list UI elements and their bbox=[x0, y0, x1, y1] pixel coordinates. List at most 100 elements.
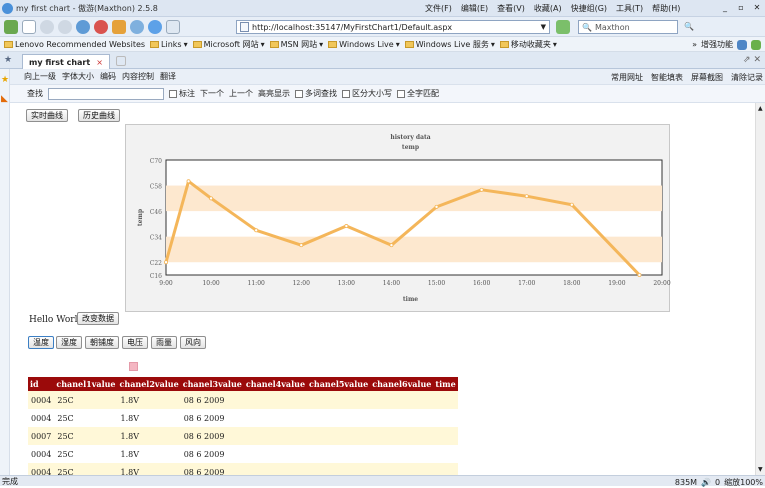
menu-edit[interactable]: 编辑(E) bbox=[461, 3, 488, 14]
autofill-button[interactable]: 智能填表 bbox=[651, 72, 683, 83]
data-table: id chanel1value chanel2value chanel3value ch… bbox=[28, 377, 458, 475]
content-control-button[interactable]: 内容控制 bbox=[122, 71, 154, 82]
data-point bbox=[637, 272, 642, 277]
forward-icon[interactable] bbox=[58, 19, 72, 34]
enhance-button[interactable]: 增强功能 bbox=[701, 39, 733, 50]
rss-icon[interactable]: ◣ bbox=[1, 94, 8, 104]
fav-mobile[interactable]: 移动收藏夹 ▾ bbox=[499, 39, 557, 50]
maximize-icon[interactable]: ▫ bbox=[735, 2, 747, 13]
match-case-checkbox[interactable]: 区分大小写 bbox=[342, 88, 392, 99]
find-prev-button[interactable]: 上一个 bbox=[229, 88, 253, 99]
sensor3-button[interactable]: 朝铺度 bbox=[85, 336, 119, 349]
menu-bar: 文件(F) 编辑(E) 查看(V) 收藏(A) 快捷组(G) 工具(T) 帮助(… bbox=[425, 3, 680, 14]
whole-word-checkbox[interactable]: 全字匹配 bbox=[397, 88, 439, 99]
fav-lenovo[interactable]: Lenovo Recommended Websites bbox=[4, 40, 145, 49]
go-icon[interactable] bbox=[556, 20, 570, 34]
stop-icon[interactable] bbox=[94, 19, 108, 34]
fav-msn[interactable]: MSN 网站 ▾ bbox=[269, 39, 323, 50]
menu-file[interactable]: 文件(F) bbox=[425, 3, 452, 14]
feature-icon[interactable] bbox=[737, 39, 747, 50]
history-curve-button[interactable]: 历史曲线 bbox=[78, 109, 120, 122]
home-icon[interactable] bbox=[112, 19, 126, 34]
y-tick-label: C46 bbox=[150, 209, 162, 216]
wind-direction-button[interactable]: 风向 bbox=[180, 336, 206, 349]
change-data-button[interactable]: 改变数据 bbox=[77, 312, 119, 325]
find-input[interactable] bbox=[48, 87, 164, 100]
search-engine-label: Maxthon bbox=[594, 22, 630, 32]
temperature-button[interactable]: 温度 bbox=[28, 336, 54, 349]
menu-tools[interactable]: 工具(T) bbox=[616, 3, 643, 14]
star-icon[interactable]: ★ bbox=[4, 55, 12, 65]
plot-band bbox=[166, 236, 662, 263]
close-icon[interactable]: ✕ bbox=[751, 2, 763, 13]
feature2-icon[interactable] bbox=[751, 39, 761, 50]
back-icon[interactable] bbox=[40, 19, 54, 34]
favorites-bar: Lenovo Recommended Websites Links ▾ Micro… bbox=[0, 37, 765, 52]
common-sites-button[interactable]: 常用网址 bbox=[611, 72, 643, 83]
realtime-curve-button[interactable]: 实时曲线 bbox=[26, 109, 68, 122]
search-input[interactable]: 🔍 Maxthon bbox=[578, 20, 678, 34]
humidity-button[interactable]: 湿度 bbox=[56, 336, 82, 349]
clear-history-button[interactable]: 清除记录 bbox=[731, 72, 763, 83]
new-page-icon[interactable] bbox=[22, 19, 36, 34]
table-cell: 0004 bbox=[28, 391, 55, 409]
address-bar[interactable]: http://localhost:35147/MyFirstChart1/Def… bbox=[236, 20, 550, 34]
translate-button[interactable]: 翻译 bbox=[160, 71, 176, 82]
menu-help[interactable]: 帮助(H) bbox=[652, 3, 680, 14]
fav-windows-live[interactable]: Windows Live ▾ bbox=[328, 40, 400, 49]
menu-favorites[interactable]: 收藏(A) bbox=[534, 3, 562, 14]
vertical-scrollbar[interactable]: ▲ ▼ bbox=[755, 103, 765, 475]
x-tick-label: 18:00 bbox=[563, 280, 580, 287]
user-icon[interactable] bbox=[4, 19, 18, 34]
table-cell-empty bbox=[307, 427, 371, 445]
data-point bbox=[389, 243, 394, 248]
panel-icon[interactable] bbox=[166, 19, 180, 34]
column-header: id bbox=[28, 377, 55, 391]
address-text[interactable]: http://localhost:35147/MyFirstChart1/Def… bbox=[252, 23, 452, 32]
table-cell: 08 6 2009 bbox=[180, 463, 244, 475]
search-go-icon[interactable]: 🔍 bbox=[684, 22, 694, 31]
temp-line-chart: C16 C22 C34 C46 C58 C70 9:00 10:00 11:00 12:00 13:… bbox=[137, 134, 671, 303]
menu-view[interactable]: 查看(V) bbox=[497, 3, 525, 14]
highlight-button[interactable]: 高亮显示 bbox=[258, 88, 290, 99]
table-cell: 1.8V bbox=[117, 463, 181, 475]
tab-close-icon[interactable]: × bbox=[96, 58, 103, 67]
find-next-button[interactable]: 下一个 bbox=[200, 88, 224, 99]
chevron-down-icon[interactable]: ▼ bbox=[541, 23, 546, 31]
x-tick-label: 9:00 bbox=[159, 280, 173, 287]
fav-links[interactable]: Links ▾ bbox=[150, 40, 188, 49]
favorite-star-icon[interactable]: ★ bbox=[1, 75, 9, 85]
more-chevron-icon[interactable]: » bbox=[692, 40, 697, 49]
minimize-icon[interactable]: _ bbox=[719, 2, 731, 13]
mark-checkbox[interactable]: 标注 bbox=[169, 88, 195, 99]
data-point bbox=[209, 196, 214, 201]
up-level-button[interactable]: 向上一级 bbox=[24, 71, 56, 82]
menu-groups[interactable]: 快捷组(G) bbox=[571, 3, 607, 14]
fav-windows-live-services[interactable]: Windows Live 服务 ▾ bbox=[404, 39, 495, 50]
refresh-icon[interactable] bbox=[76, 19, 90, 34]
tab-my-first-chart[interactable]: my first chart × bbox=[22, 54, 110, 69]
voltage-button[interactable]: 电压 bbox=[122, 336, 148, 349]
zoom-indicator[interactable]: 缩放100% bbox=[724, 477, 763, 488]
history-icon[interactable] bbox=[148, 19, 162, 34]
scroll-up-icon[interactable]: ▲ bbox=[758, 105, 763, 112]
screenshot-button[interactable]: 屏幕截图 bbox=[691, 72, 723, 83]
tab-tools-icon[interactable]: ⇗ ✕ bbox=[743, 55, 761, 65]
new-tab-icon[interactable] bbox=[116, 56, 126, 66]
table-cell: 0007 bbox=[28, 427, 55, 445]
main-toolbar: http://localhost:35147/MyFirstChart1/Def… bbox=[0, 17, 765, 37]
scroll-down-icon[interactable]: ▼ bbox=[758, 466, 763, 473]
table-cell-empty bbox=[370, 409, 434, 427]
encoding-button[interactable]: 编码 bbox=[100, 71, 116, 82]
table-cell-empty bbox=[307, 445, 371, 463]
x-tick-label: 20:00 bbox=[653, 280, 670, 287]
multi-word-checkbox[interactable]: 多词查找 bbox=[295, 88, 337, 99]
data-point bbox=[524, 194, 529, 199]
table-cell: 08 6 2009 bbox=[180, 391, 244, 409]
search-icon: 🔍 bbox=[582, 22, 592, 32]
undo-close-icon[interactable] bbox=[130, 19, 144, 34]
table-cell: 08 6 2009 bbox=[180, 427, 244, 445]
fav-microsoft[interactable]: Microsoft 网站 ▾ bbox=[192, 39, 265, 50]
font-size-button[interactable]: 字体大小 bbox=[62, 71, 94, 82]
rainfall-button[interactable]: 雨量 bbox=[151, 336, 177, 349]
